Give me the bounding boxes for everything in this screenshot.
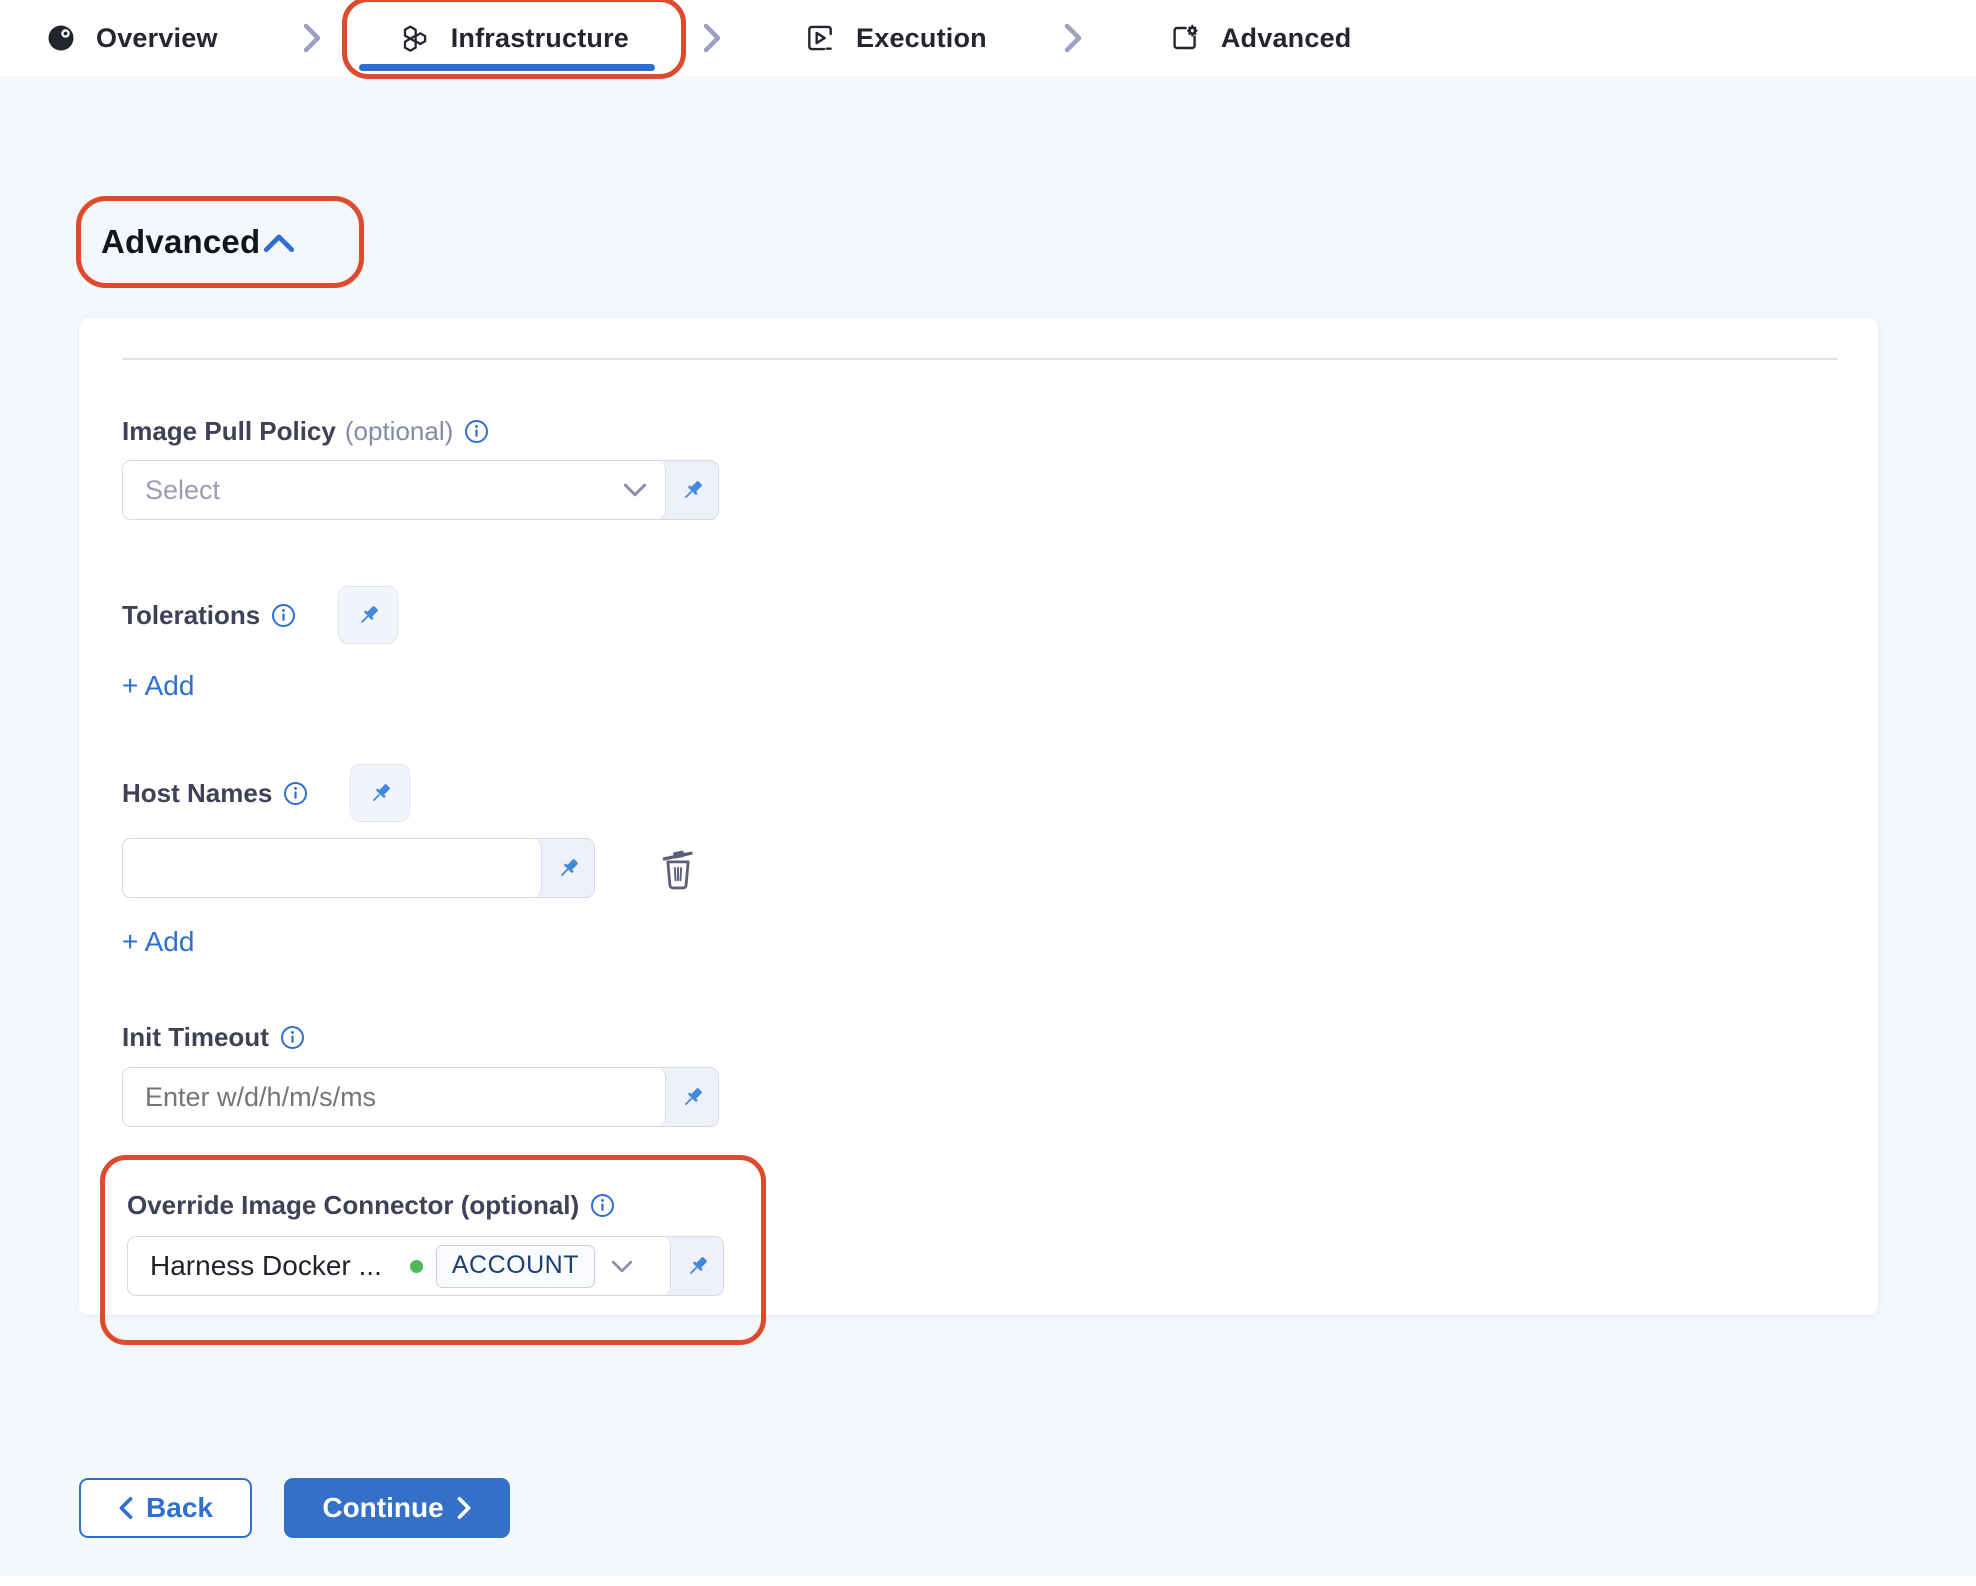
image-pull-policy-optional: (optional) [345, 416, 453, 447]
connector-name-value: Harness Docker ... [150, 1250, 382, 1282]
advanced-icon [1169, 22, 1201, 54]
pin-input-type-button[interactable] [671, 1237, 723, 1295]
advanced-heading-annotation: Advanced [76, 196, 364, 288]
chevron-right-icon [300, 23, 324, 53]
info-icon[interactable] [464, 419, 489, 444]
override-image-connector-select[interactable]: Harness Docker ... ACCOUNT [128, 1237, 671, 1295]
pin-input-type-button[interactable] [542, 839, 594, 897]
host-name-field-wrap [123, 839, 542, 897]
card-divider [122, 358, 1838, 360]
pipeline-stage-settings-page: Overview Infrastructure [0, 0, 1976, 1586]
chevron-left-icon [118, 1496, 134, 1520]
image-pull-policy-label-row: Image Pull Policy (optional) [122, 416, 1838, 447]
host-names-row: Host Names [122, 764, 1838, 822]
chevron-right-icon [1061, 23, 1085, 53]
tolerations-label: Tolerations [122, 600, 260, 631]
init-timeout-label-row: Init Timeout [122, 1022, 1838, 1053]
chevron-up-icon[interactable] [262, 231, 296, 257]
override-image-connector-input-group: Harness Docker ... ACCOUNT [127, 1236, 724, 1296]
infrastructure-icon [399, 22, 431, 54]
info-icon[interactable] [590, 1193, 615, 1218]
info-icon[interactable] [283, 781, 308, 806]
pin-input-type-button[interactable] [666, 1068, 718, 1126]
tolerations-row: Tolerations [122, 586, 1838, 644]
active-tab-underline [359, 64, 655, 71]
chevron-down-icon [611, 1259, 633, 1274]
tab-execution[interactable]: Execution [804, 22, 987, 54]
tab-advanced-label: Advanced [1221, 23, 1352, 54]
advanced-settings-card: Image Pull Policy (optional) Select Tole… [79, 318, 1878, 1315]
host-names-label: Host Names [122, 778, 272, 809]
override-image-connector-label: Override Image Connector (optional) [127, 1190, 579, 1221]
tab-advanced[interactable]: Advanced [1169, 22, 1352, 54]
back-button[interactable]: Back [79, 1478, 252, 1538]
info-icon[interactable] [271, 603, 296, 628]
continue-button[interactable]: Continue [284, 1478, 510, 1538]
page-bottom-strip [0, 1576, 1976, 1586]
advanced-section-title: Advanced [101, 223, 260, 261]
host-name-field[interactable] [145, 839, 523, 897]
image-pull-policy-input-group: Select [122, 460, 719, 520]
trash-icon [657, 845, 699, 891]
chevron-right-icon [456, 1496, 472, 1520]
pin-input-type-button[interactable] [338, 586, 398, 644]
override-image-connector-label-row: Override Image Connector (optional) [127, 1190, 761, 1221]
execution-icon [804, 22, 836, 54]
pin-input-type-button[interactable] [666, 461, 718, 519]
overview-icon [46, 23, 76, 53]
tab-infrastructure-label: Infrastructure [451, 23, 629, 54]
image-pull-policy-select[interactable]: Select [123, 461, 666, 519]
host-names-input-row [122, 838, 1838, 898]
tolerations-add-button[interactable]: + Add [122, 670, 194, 702]
pin-input-type-button[interactable] [350, 764, 410, 822]
continue-button-label: Continue [322, 1492, 443, 1524]
image-pull-policy-select-placeholder: Select [145, 475, 220, 506]
host-names-add-button[interactable]: + Add [122, 926, 194, 958]
tab-infrastructure-annotation: Infrastructure [342, 0, 686, 79]
connector-status-dot [410, 1260, 423, 1273]
tab-overview[interactable]: Overview [46, 23, 218, 54]
connector-scope-badge: ACCOUNT [436, 1245, 595, 1288]
override-image-connector-annotation: Override Image Connector (optional) Harn… [100, 1155, 766, 1345]
chevron-down-icon [623, 482, 647, 498]
init-timeout-label: Init Timeout [122, 1022, 269, 1053]
back-button-label: Back [146, 1492, 213, 1524]
chevron-right-icon [700, 23, 724, 53]
image-pull-policy-label: Image Pull Policy [122, 416, 336, 447]
tab-infrastructure[interactable]: Infrastructure [399, 22, 629, 54]
stage-tabs-nav: Overview Infrastructure [0, 0, 1976, 76]
info-icon[interactable] [280, 1025, 305, 1050]
tab-execution-label: Execution [856, 23, 987, 54]
init-timeout-field-wrap [123, 1068, 666, 1126]
init-timeout-input-group [122, 1067, 719, 1127]
delete-host-name-button[interactable] [657, 845, 699, 891]
host-names-input-group [122, 838, 595, 898]
tab-overview-label: Overview [96, 23, 218, 54]
init-timeout-field[interactable] [145, 1068, 647, 1126]
